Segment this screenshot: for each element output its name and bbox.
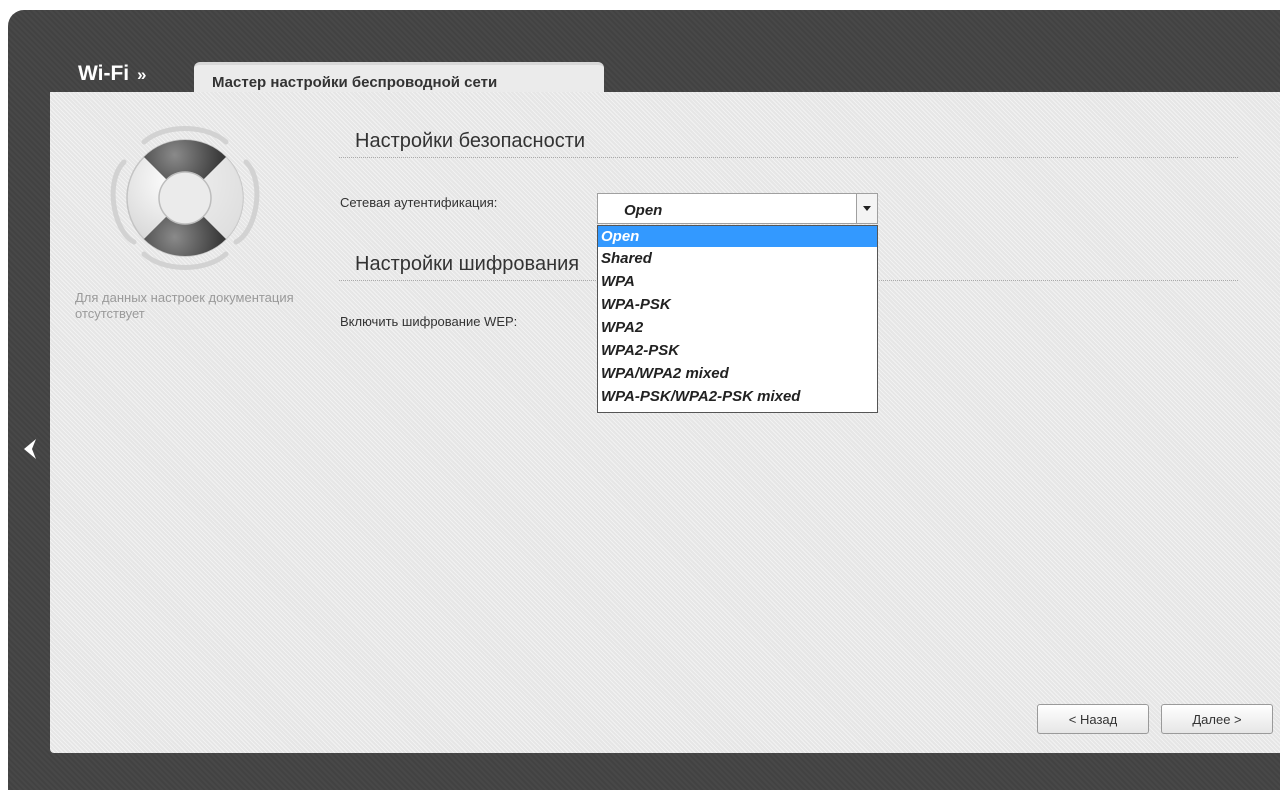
section-title: Wi-Fi » [78,62,146,86]
lifebuoy-icon [110,126,260,270]
chevron-down-icon[interactable] [856,194,877,223]
auth-option-wpa-wpa2-mixed[interactable]: WPA/WPA2 mixed [598,362,877,385]
chevron-left-icon[interactable] [18,434,40,464]
help-text: Для данных настроек документация отсутст… [75,290,294,321]
auth-option-wpa-psk-wpa2-psk-mixed[interactable]: WPA-PSK/WPA2-PSK mixed [598,385,877,408]
wep-label: Включить шифрование WEP: [340,314,518,329]
next-button[interactable]: Далее > [1161,704,1273,734]
security-settings-title: Настройки безопасности [339,130,1238,158]
auth-label: Сетевая аутентификация: [340,195,498,210]
auth-option-wpa2[interactable]: WPA2 [598,316,877,339]
auth-select-value: Open [624,202,663,219]
auth-option-open[interactable]: Open [598,226,877,247]
section-chevron: » [136,65,147,84]
auth-select[interactable]: Open [597,193,878,224]
auth-option-shared[interactable]: Shared [598,247,877,270]
auth-option-wpa2-psk[interactable]: WPA2-PSK [598,339,877,362]
auth-options-list[interactable]: Open Shared WPA WPA-PSK WPA2 WPA2-PSK WP… [597,225,878,413]
auth-option-wpa[interactable]: WPA [598,270,877,293]
auth-option-wpa-psk[interactable]: WPA-PSK [598,293,877,316]
back-button[interactable]: < Назад [1037,704,1149,734]
section-name: Wi-Fi [78,62,130,85]
